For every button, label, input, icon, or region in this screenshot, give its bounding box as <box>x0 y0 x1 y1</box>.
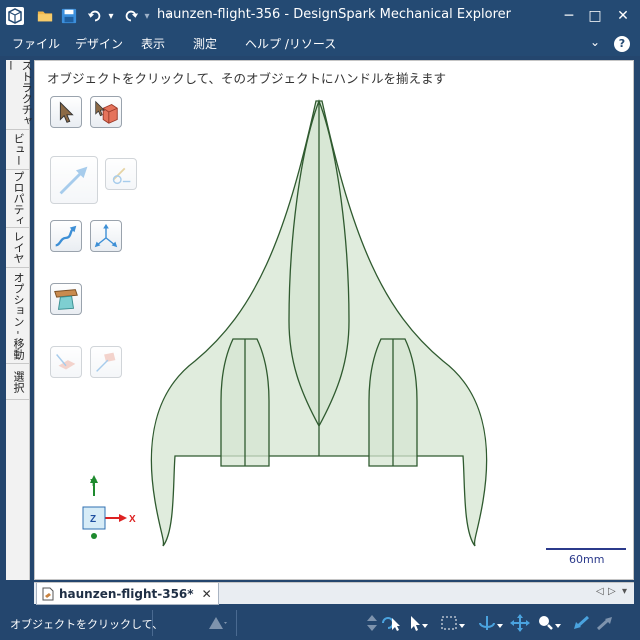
document-tab-strip: haunzen-flight-356* ✕ ◁ ▷ ▾ <box>34 582 634 605</box>
aircraft-model[interactable]: Y X Z <box>35 61 635 581</box>
status-undo-select-icon[interactable] <box>380 614 404 632</box>
x-axis-arrow-icon <box>119 514 127 522</box>
menu-design[interactable]: デザイン <box>75 35 123 52</box>
tab-scroll-left-icon[interactable]: ◁ <box>596 586 604 597</box>
rotate-view-icon[interactable] <box>476 614 504 632</box>
close-window-button[interactable]: ✕ <box>612 6 634 26</box>
tab-view[interactable]: ビュー <box>6 130 30 170</box>
maximize-button[interactable]: □ <box>584 6 606 26</box>
menu-help-resources[interactable]: ヘルプ /リソース <box>245 35 336 52</box>
triad-y-label: Y <box>90 478 97 489</box>
next-view-icon[interactable] <box>594 614 616 632</box>
tab-scroll-right-icon[interactable]: ▷ <box>608 586 616 597</box>
pan-view-icon[interactable] <box>510 614 530 632</box>
scale-bar <box>546 548 626 550</box>
window-title: haunzen-flight-356 - DesignSpark Mechani… <box>156 7 512 22</box>
axis-triad: Y X Z <box>82 475 136 539</box>
close-tab-icon[interactable]: ✕ <box>202 587 212 601</box>
document-icon <box>42 587 54 601</box>
scale-label: 60mm <box>569 553 605 566</box>
minimize-button[interactable]: ─ <box>558 6 580 26</box>
triad-z-label: Z <box>90 514 96 525</box>
menu-bar: ファイル デザイン 表示 測定 ヘルプ /リソース ⌄ ? <box>0 32 640 56</box>
scroll-arrows-icon[interactable] <box>366 614 378 632</box>
side-panel-tabs: ストラクチャー ビュー プロパティ レイヤ オプション - 移動 選択 <box>4 60 33 580</box>
menu-view[interactable]: 表示 <box>141 35 165 52</box>
triad-x-label: X <box>129 514 136 525</box>
help-icon[interactable]: ? <box>614 36 630 52</box>
status-message: オブジェクトをクリックして、 <box>10 618 164 631</box>
tab-selection[interactable]: 選択 <box>6 364 30 400</box>
design-canvas[interactable]: オブジェクトをクリックして、そのオブジェクトにハンドルを揃えます Y X Z 6… <box>34 60 634 580</box>
tab-properties[interactable]: プロパティ <box>6 170 30 228</box>
zoom-view-icon[interactable] <box>536 614 562 632</box>
model-group <box>150 99 488 547</box>
status-divider <box>236 610 237 636</box>
status-select-cursor-icon[interactable] <box>408 614 428 632</box>
tab-structure[interactable]: ストラクチャー <box>4 60 33 130</box>
tab-list-icon[interactable]: ▾ <box>622 586 627 597</box>
tab-layers[interactable]: レイヤ <box>6 228 30 268</box>
layer-triangle-icon[interactable] <box>207 614 227 632</box>
ribbon-collapse-icon[interactable]: ⌄ <box>590 35 600 49</box>
menu-measure[interactable]: 測定 <box>193 35 217 52</box>
status-divider <box>152 610 153 636</box>
document-tab[interactable]: haunzen-flight-356* ✕ <box>36 583 219 605</box>
tab-options-move[interactable]: オプション - 移動 <box>6 268 30 364</box>
document-tab-label: haunzen-flight-356* <box>59 586 194 601</box>
status-bar: オブジェクトをクリックして、 <box>0 606 640 640</box>
title-bar: ▾ ▾ ▿ haunzen-flight-356 - DesignSpark M… <box>0 0 640 32</box>
box-select-icon[interactable] <box>440 614 466 632</box>
menu-file[interactable]: ファイル <box>12 35 60 52</box>
previous-view-icon[interactable] <box>570 614 592 632</box>
